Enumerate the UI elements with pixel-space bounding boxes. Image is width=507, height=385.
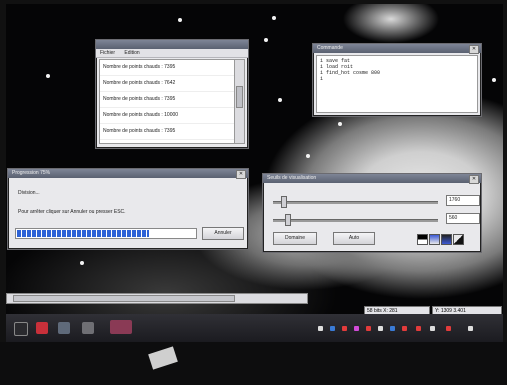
progress-status: Division... <box>18 190 40 196</box>
grayscale-icon[interactable] <box>417 234 428 245</box>
star <box>338 122 342 126</box>
progress-title: Progression 75% <box>12 170 51 176</box>
tray-icon[interactable] <box>430 326 435 331</box>
image-hscrollbar[interactable] <box>6 293 308 304</box>
star <box>278 98 282 102</box>
app-icon[interactable] <box>36 322 48 334</box>
hot-points-window: Fichier Edition Nombre de points chauds … <box>95 39 249 149</box>
progress-window: Progression 75% ✕ Division... Pour arrêt… <box>7 168 249 250</box>
tray-icon[interactable] <box>366 326 371 331</box>
auto-button[interactable]: Auto <box>333 232 375 245</box>
progress-titlebar[interactable]: Progression 75% ✕ <box>8 169 248 179</box>
hot-points-list[interactable]: Nombre de points chauds : 7395 Nombre de… <box>99 59 235 144</box>
tray-icon[interactable] <box>354 326 359 331</box>
tray-icon[interactable] <box>446 326 451 331</box>
visualization-window: Seuils de visualisation ✕ 1760 560 Domai… <box>262 173 482 253</box>
app-icon[interactable] <box>82 322 94 334</box>
command-window: Commande ✕ i save fat i load roit i find… <box>312 43 482 117</box>
inverse-map-icon[interactable] <box>441 234 452 245</box>
low-slider-track[interactable] <box>273 219 438 222</box>
tray-icon[interactable] <box>468 326 473 331</box>
star <box>178 18 182 22</box>
progress-fill <box>17 230 150 237</box>
menu-bar: Fichier Edition <box>96 49 248 58</box>
tray-icon[interactable] <box>416 326 421 331</box>
tray-icon[interactable] <box>318 326 323 331</box>
tray-icon[interactable] <box>390 326 395 331</box>
list-item[interactable]: Nombre de points chauds : 10000 <box>100 108 234 124</box>
star <box>306 154 310 158</box>
app-icon[interactable] <box>58 322 70 334</box>
taskbar <box>6 314 503 342</box>
tray-icon[interactable] <box>378 326 383 331</box>
command-title: Commande <box>317 45 343 51</box>
app-icon[interactable] <box>110 320 132 334</box>
star <box>264 38 268 42</box>
menu-fichier[interactable]: Fichier <box>100 50 115 56</box>
console-line: i <box>320 76 324 82</box>
high-slider-thumb[interactable] <box>281 196 288 208</box>
star <box>80 261 84 265</box>
list-item[interactable]: Nombre de points chauds : 7395 <box>100 60 234 76</box>
star <box>492 78 496 82</box>
command-titlebar[interactable]: Commande ✕ <box>313 44 481 54</box>
list-scrollbar[interactable] <box>234 59 245 144</box>
star <box>46 74 50 78</box>
list-item[interactable]: Nombre de points chauds : 7642 <box>100 76 234 92</box>
list-item[interactable]: Nombre de points chauds : 7395 <box>100 92 234 108</box>
tray-icon[interactable] <box>330 326 335 331</box>
progress-hint: Pour arrêter cliquer sur Annuler ou pres… <box>18 209 126 215</box>
close-icon[interactable]: ✕ <box>469 45 479 54</box>
low-slider-thumb[interactable] <box>284 214 291 226</box>
list-item[interactable]: Nombre de points chauds : 7395 <box>100 124 234 140</box>
tray-icon[interactable] <box>402 326 407 331</box>
high-slider-track[interactable] <box>273 201 438 204</box>
command-console[interactable]: i save fat i load roit i find_hot cosme … <box>316 55 478 113</box>
visualization-titlebar[interactable]: Seuils de visualisation ✕ <box>263 174 481 184</box>
hot-points-titlebar[interactable] <box>96 40 248 49</box>
domaine-button[interactable]: Domaine <box>273 232 317 245</box>
visualization-title: Seuils de visualisation <box>267 175 317 181</box>
low-value-field[interactable]: 560 <box>446 213 480 224</box>
cancel-button[interactable]: Annuler <box>202 227 244 240</box>
close-icon[interactable]: ✕ <box>469 175 479 184</box>
laptop-body <box>0 342 507 385</box>
ramp-icon[interactable] <box>453 234 464 245</box>
tray-icon[interactable] <box>342 326 347 331</box>
high-value-field[interactable]: 1760 <box>446 195 480 206</box>
color-map-icon[interactable] <box>429 234 440 245</box>
hscroll-thumb[interactable] <box>13 295 235 302</box>
close-icon[interactable]: ✕ <box>236 170 246 179</box>
start-icon[interactable] <box>14 322 28 336</box>
menu-edition[interactable]: Edition <box>124 50 139 56</box>
progress-bar <box>15 228 197 239</box>
star <box>272 16 276 20</box>
scrollbar-thumb[interactable] <box>236 86 243 108</box>
